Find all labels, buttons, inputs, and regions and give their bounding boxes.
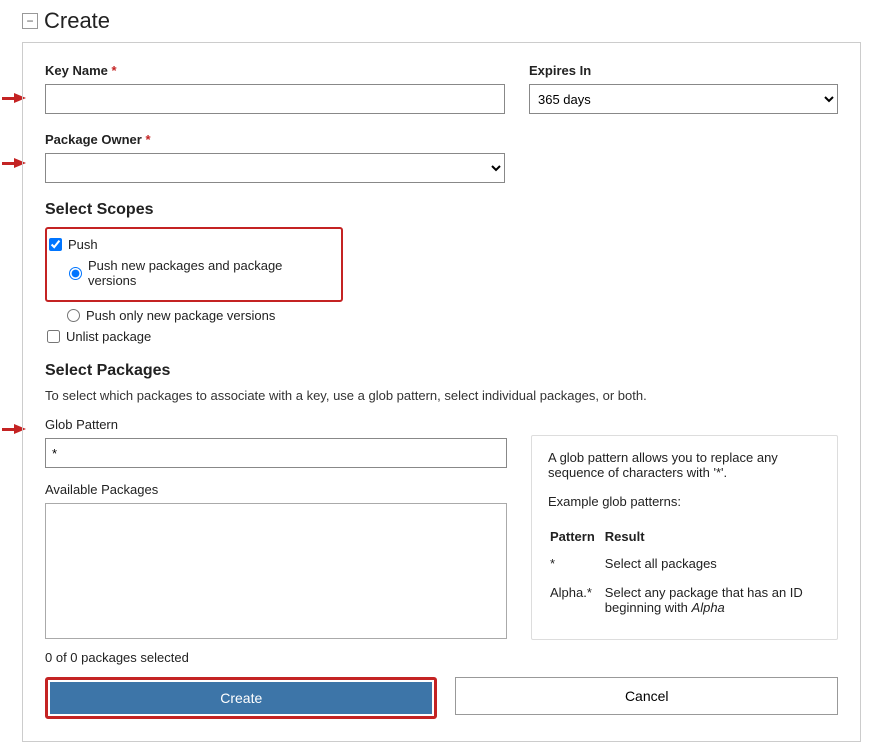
push-only-versions-radio[interactable] — [67, 309, 80, 322]
push-new-label: Push new packages and package versions — [88, 258, 333, 288]
table-row: Alpha.* Select any package that has an I… — [550, 581, 819, 623]
create-button[interactable]: Create — [50, 682, 432, 714]
page-header: − Create — [0, 8, 883, 42]
collapse-toggle[interactable]: − — [22, 13, 38, 29]
package-owner-select[interactable] — [45, 153, 505, 183]
push-new-radio[interactable] — [69, 267, 82, 280]
expires-in-label: Expires In — [529, 63, 838, 78]
packages-selected-count: 0 of 0 packages selected — [45, 650, 838, 665]
glob-help-intro: A glob pattern allows you to replace any… — [548, 450, 821, 480]
glob-pattern-label: Glob Pattern — [45, 417, 507, 432]
available-packages-list[interactable] — [45, 503, 507, 639]
unlist-label: Unlist package — [66, 329, 151, 344]
select-packages-heading: Select Packages — [45, 362, 838, 380]
glob-help-panel: A glob pattern allows you to replace any… — [531, 435, 838, 640]
create-form: Key Name * Expires In 365 days Package O… — [22, 42, 861, 742]
push-only-versions-label: Push only new package versions — [86, 308, 275, 323]
available-packages-label: Available Packages — [45, 482, 507, 497]
annotation-create-highlight: Create — [45, 677, 437, 719]
required-indicator: * — [112, 63, 117, 78]
glob-help-table: Pattern Result * Select all packages Alp… — [548, 523, 821, 625]
required-indicator: * — [145, 132, 150, 147]
select-scopes-heading: Select Scopes — [45, 201, 838, 219]
glob-help-col-pattern: Pattern — [550, 525, 603, 550]
key-name-label: Key Name * — [45, 63, 505, 78]
package-owner-label: Package Owner * — [45, 132, 505, 147]
cancel-button[interactable]: Cancel — [455, 677, 838, 715]
expires-in-select[interactable]: 365 days — [529, 84, 838, 114]
push-checkbox[interactable] — [49, 238, 62, 251]
glob-help-col-result: Result — [605, 525, 819, 550]
push-label: Push — [68, 237, 98, 252]
key-name-input[interactable] — [45, 84, 505, 114]
table-row: * Select all packages — [550, 552, 819, 579]
page-title: Create — [44, 8, 110, 34]
unlist-checkbox[interactable] — [47, 330, 60, 343]
select-packages-description: To select which packages to associate wi… — [45, 388, 838, 403]
glob-help-examples-intro: Example glob patterns: — [548, 494, 821, 509]
glob-pattern-input[interactable] — [45, 438, 507, 468]
annotation-scopes-highlight: Push Push new packages and package versi… — [45, 227, 343, 302]
